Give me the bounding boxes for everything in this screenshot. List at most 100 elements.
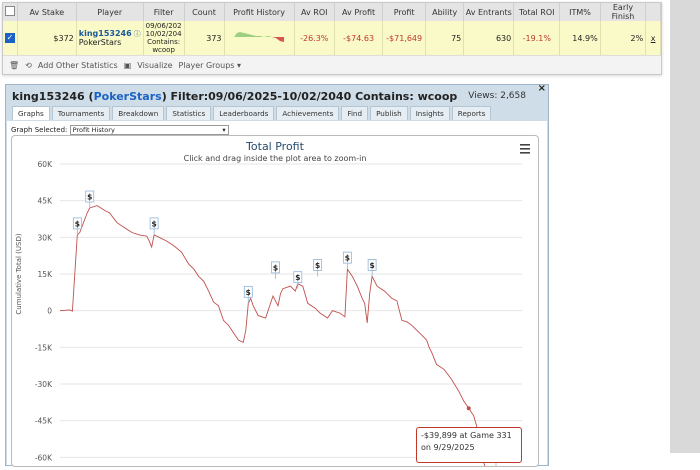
chart-title: Total Profit	[245, 140, 305, 153]
header-count[interactable]: Count	[184, 3, 225, 21]
row-select[interactable]: ✓	[3, 21, 18, 55]
tab-achievements[interactable]: Achievements	[276, 106, 340, 120]
filter-line: 09/06/202	[145, 22, 182, 30]
stats-toolbar: 🗑 ⟲ Add Other Statistics ▣ Visualize Pla…	[3, 55, 661, 74]
header-av-entrants[interactable]: Av Entrants	[463, 3, 515, 21]
close-icon[interactable]: ×	[538, 83, 546, 94]
chevron-down-icon: ▾	[222, 126, 226, 134]
filter-line: 10/02/204	[145, 30, 182, 38]
header-itm[interactable]: ITM%	[559, 3, 601, 21]
title-filter: ) Filter:09/06/2025-10/02/2040 Contains:…	[161, 90, 458, 103]
tab-breakdown[interactable]: Breakdown	[112, 106, 165, 120]
tab-graphs[interactable]: Graphs	[12, 106, 50, 120]
stats-table: Av Stake Player Filter Count Profit Hist…	[3, 3, 661, 55]
cell-total-roi: -19.1%	[513, 21, 561, 55]
y-axis-label: Cumulative Total (USD)	[15, 233, 23, 314]
win-marker-label: $	[152, 219, 157, 228]
win-marker-label: $	[315, 261, 320, 270]
views-count: Views: 2,658	[468, 91, 526, 101]
header-av-profit[interactable]: Av Profit	[334, 3, 384, 21]
chart-svg[interactable]: Total ProfitClick and drag inside the pl…	[12, 136, 538, 470]
right-scrollbar-gutter	[670, 0, 700, 453]
player-groups-label: Player Groups	[178, 60, 235, 70]
checkbox-icon[interactable]	[5, 6, 15, 16]
header-profit[interactable]: Profit	[382, 3, 427, 21]
stats-table-panel: Av Stake Player Filter Count Profit Hist…	[2, 2, 662, 75]
tab-publish[interactable]: Publish	[370, 106, 408, 120]
info-icon[interactable]: ⓘ	[134, 29, 141, 39]
filter-line: wcoop	[152, 46, 175, 54]
win-marker-label: $	[273, 263, 278, 272]
menu-icon[interactable]	[520, 144, 530, 154]
header-player[interactable]: Player	[76, 3, 144, 21]
filter-line: Contains:	[147, 38, 181, 46]
tab-tournaments[interactable]: Tournaments	[51, 106, 111, 120]
tab-insights[interactable]: Insights	[409, 106, 450, 120]
win-marker-label: $	[246, 288, 251, 297]
y-tick-label: -60K	[35, 453, 53, 462]
header-ability[interactable]: Ability	[425, 3, 465, 21]
tab-find[interactable]: Find	[341, 106, 369, 120]
win-marker-label: $	[295, 273, 300, 282]
trash-icon[interactable]: 🗑	[9, 61, 19, 70]
panel-tabs: Graphs Tournaments Breakdown Statistics Lead…	[12, 106, 492, 120]
player-detail-panel: × king153246 (PokerStars) Filter:09/06/2…	[5, 83, 549, 470]
y-tick-label: 15K	[38, 270, 54, 279]
header-early-finish[interactable]: Early Finish	[600, 3, 647, 21]
y-tick-label: 30K	[38, 233, 54, 242]
select-all-header[interactable]	[3, 3, 18, 21]
graph-selected-label: Graph Selected:	[11, 126, 68, 134]
cell-itm: 14.9%	[559, 21, 601, 55]
cell-av-stake: $372	[17, 21, 77, 55]
win-marker-label: $	[75, 219, 80, 228]
profit-chart[interactable]: Total Profit Click and drag inside the pl…	[11, 135, 539, 470]
cell-av-profit: -$74.63	[334, 21, 384, 55]
y-tick-label: -45K	[35, 417, 53, 426]
y-tick-label: -30K	[35, 380, 53, 389]
table-header-row: Av Stake Player Filter Count Profit Hist…	[3, 3, 661, 21]
add-stats-button[interactable]: Add Other Statistics	[38, 61, 118, 70]
checkbox-icon[interactable]: ✓	[5, 33, 15, 43]
cell-av-roi: -26.3%	[294, 21, 336, 55]
tab-statistics[interactable]: Statistics	[166, 106, 212, 120]
title-site-link[interactable]: PokerStars	[94, 90, 162, 103]
header-total-roi[interactable]: Total ROI	[513, 3, 561, 21]
graph-select-value: Profit History	[72, 126, 115, 134]
table-row: ✓ $372 king153246 PokerStars ⓘ 09/06/202…	[3, 21, 661, 55]
cell-early-finish: 2%	[600, 21, 647, 55]
remove-row-button[interactable]: x	[645, 21, 661, 55]
tab-reports[interactable]: Reports	[451, 106, 492, 120]
chart-tooltip: -$39,899 at Game 331 on 9/29/2025	[416, 427, 522, 463]
hover-point	[466, 406, 471, 411]
win-marker-label: $	[345, 254, 350, 263]
y-tick-label: 0	[47, 307, 52, 316]
cell-profit-history	[224, 21, 295, 55]
visualize-button[interactable]: Visualize	[137, 61, 172, 70]
image-icon[interactable]: ▣	[124, 61, 132, 70]
graph-selector: Graph Selected: Profit History ▾	[11, 125, 229, 135]
player-groups-dropdown[interactable]: Player Groups ▾	[179, 61, 242, 70]
win-marker-label: $	[87, 193, 92, 202]
link-icon[interactable]: ⟲	[25, 61, 32, 70]
y-tick-label: -15K	[35, 343, 53, 352]
y-tick-label: 45K	[38, 197, 54, 206]
chevron-down-icon: ▾	[237, 60, 242, 70]
cell-count: 373	[184, 21, 225, 55]
header-remove	[645, 3, 661, 21]
header-av-roi[interactable]: Av ROI	[294, 3, 336, 21]
graph-select-dropdown[interactable]: Profit History ▾	[69, 125, 229, 135]
header-profit-history[interactable]: Profit History	[224, 3, 295, 21]
cell-profit: -$71,649	[382, 21, 427, 55]
header-av-stake[interactable]: Av Stake	[17, 3, 77, 21]
tab-leaderboards[interactable]: Leaderboards	[213, 106, 275, 120]
title-player: king153246 (	[12, 90, 94, 103]
panel-body: Graph Selected: Profit History ▾ Total Pr…	[7, 121, 547, 470]
chart-subtitle: Click and drag inside the plot area to z…	[184, 154, 367, 163]
player-site: PokerStars	[78, 38, 122, 47]
cell-filter: 09/06/202 10/02/204 Contains: wcoop	[143, 21, 185, 55]
cell-player: king153246 PokerStars ⓘ	[76, 21, 144, 55]
panel-title: king153246 (PokerStars) Filter:09/06/202…	[12, 90, 457, 103]
profit-sparkline	[234, 32, 285, 42]
player-link[interactable]: king153246	[79, 29, 132, 38]
header-filter[interactable]: Filter	[143, 3, 185, 21]
